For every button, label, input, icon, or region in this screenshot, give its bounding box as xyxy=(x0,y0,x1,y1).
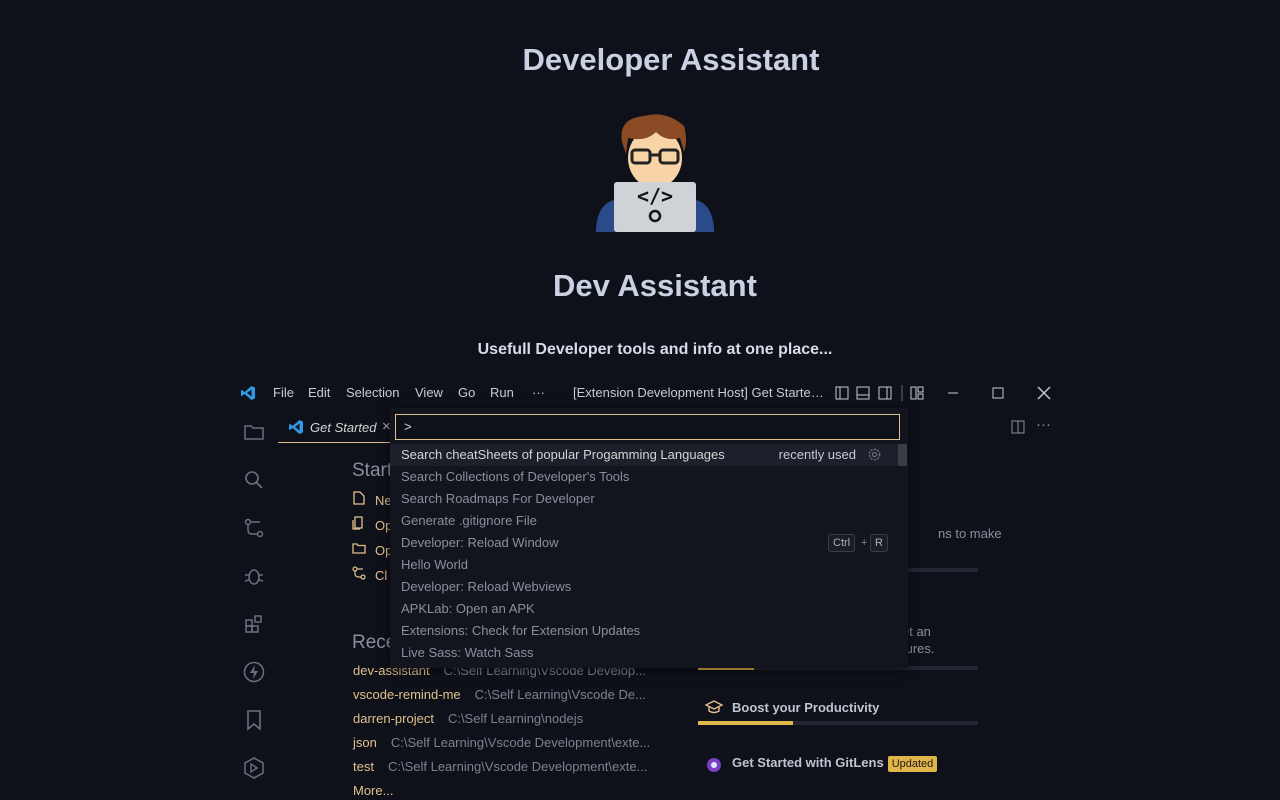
command-item[interactable]: Developer: Reload Webviews xyxy=(390,576,898,598)
command-palette: Search cheatSheets of popular Progamming… xyxy=(390,408,908,668)
split-editor-icon[interactable] xyxy=(1010,419,1026,440)
new-file-icon xyxy=(352,491,368,508)
bookmark-icon[interactable] xyxy=(242,708,266,732)
extensions-icon[interactable] xyxy=(242,612,266,636)
walkthrough-boost-productivity[interactable]: Boost your Productivity xyxy=(732,700,879,715)
toggle-secondary-sidebar-icon[interactable] xyxy=(877,385,893,401)
menu-selection[interactable]: Selection xyxy=(346,385,399,400)
command-item[interactable]: Search Roadmaps For Developer xyxy=(390,488,898,510)
developer-avatar-image: </> xyxy=(596,112,714,232)
recent-item-path: C:\Self Learning\Vscode De... xyxy=(474,687,646,702)
vscode-logo-icon xyxy=(240,385,256,404)
clone-repo-link[interactable]: Cl xyxy=(352,566,387,583)
title-bar: File Edit Selection View Go Run ··· [Ext… xyxy=(232,376,1056,410)
command-label: Developer: Reload Webviews xyxy=(401,579,572,594)
command-label: Generate .gitignore File xyxy=(401,513,537,528)
open-file-icon xyxy=(352,516,368,533)
remote-explorer-icon[interactable] xyxy=(242,756,266,780)
command-item[interactable]: Search Collections of Developer's Tools xyxy=(390,466,898,488)
updated-badge: Updated xyxy=(887,756,938,772)
customize-layout-icon[interactable] xyxy=(909,385,925,401)
command-item[interactable]: Generate .gitignore File xyxy=(390,510,898,532)
clone-repo-label: Cl xyxy=(375,568,388,583)
command-item[interactable]: APKLab: Open an APK xyxy=(390,598,898,620)
recent-item-name: test xyxy=(353,759,374,774)
tab-get-started[interactable]: Get Started × xyxy=(278,412,398,443)
maximize-icon[interactable] xyxy=(990,385,1006,401)
folder-icon xyxy=(352,541,368,558)
recent-item[interactable]: darren-project C:\Self Learning\nodejs xyxy=(353,711,583,726)
recent-item[interactable]: test C:\Self Learning\Vscode Development\… xyxy=(353,759,647,774)
command-label: Search Collections of Developer's Tools xyxy=(401,469,630,484)
keybinding-r: R xyxy=(870,534,888,552)
recent-item-name: json xyxy=(353,735,377,750)
command-palette-input[interactable] xyxy=(395,414,900,440)
explorer-icon[interactable] xyxy=(242,420,266,444)
menu-file[interactable]: File xyxy=(273,385,294,400)
toggle-primary-sidebar-icon[interactable] xyxy=(834,385,850,401)
open-folder-link[interactable]: Op xyxy=(352,541,392,558)
command-list: Search cheatSheets of popular Progamming… xyxy=(390,444,898,664)
recent-item[interactable]: vscode-remind-me C:\Self Learning\Vscode … xyxy=(353,687,646,702)
walkthrough-gitlens[interactable]: Get Started with GitLens Updated xyxy=(732,755,938,772)
command-item[interactable]: Developer: Reload Window Ctrl + R xyxy=(390,532,898,554)
titlebar-divider xyxy=(901,385,903,401)
svg-text:</>: </> xyxy=(637,184,673,208)
open-file-link[interactable]: Op xyxy=(352,516,392,533)
keybinding-ctrl: Ctrl xyxy=(828,534,856,552)
source-control-icon[interactable] xyxy=(242,516,266,540)
menu-edit[interactable]: Edit xyxy=(308,385,330,400)
recent-item-path: C:\Self Learning\Vscode Development\exte… xyxy=(390,735,651,750)
keybinding-plus: + xyxy=(861,537,868,549)
vscode-tab-icon xyxy=(288,419,304,438)
walkthrough-description: ns to make xyxy=(938,526,1002,541)
command-item[interactable]: Hello World xyxy=(390,554,898,576)
command-label: Search cheatSheets of popular Progamming… xyxy=(401,447,725,462)
command-label: Extensions: Check for Extension Updates xyxy=(401,623,641,638)
more-recent-link[interactable]: More... xyxy=(353,783,393,798)
run-debug-icon[interactable] xyxy=(242,564,266,588)
command-label: Hello World xyxy=(401,557,468,572)
recently-used-tag: recently used xyxy=(778,447,856,462)
menu-go[interactable]: Go xyxy=(458,385,475,400)
command-label: Developer: Reload Window xyxy=(401,535,559,550)
toggle-panel-icon[interactable] xyxy=(855,385,871,401)
menu-run[interactable]: Run xyxy=(490,385,514,400)
command-item[interactable]: Search cheatSheets of popular Progamming… xyxy=(390,444,898,466)
command-label: APKLab: Open an APK xyxy=(401,601,535,616)
menu-view[interactable]: View xyxy=(415,385,443,400)
mortarboard-icon xyxy=(704,700,724,721)
gitlens-title: Get Started with GitLens xyxy=(732,755,884,770)
page-title: Developer Assistant xyxy=(522,42,820,77)
tab-label: Get Started xyxy=(310,420,377,435)
command-label: Live Sass: Watch Sass xyxy=(401,645,534,660)
progress-fill xyxy=(698,721,794,725)
command-list-scrollbar[interactable] xyxy=(898,444,907,466)
start-heading: Start xyxy=(352,460,393,481)
command-label: Search Roadmaps For Developer xyxy=(401,491,595,506)
menu-more[interactable]: ··· xyxy=(532,385,545,400)
command-item[interactable]: Live Sass: Watch Sass xyxy=(390,642,898,664)
window-title: [Extension Development Host] Get Started… xyxy=(573,385,829,400)
tagline: Usefull Developer tools and info at one … xyxy=(477,341,833,358)
command-item[interactable]: Extensions: Check for Extension Updates xyxy=(390,620,898,642)
recent-item-name: vscode-remind-me xyxy=(353,687,461,702)
recent-item[interactable]: json C:\Self Learning\Vscode Development\… xyxy=(353,735,650,750)
recent-item-path: C:\Self Learning\nodejs xyxy=(447,711,584,726)
git-clone-icon xyxy=(352,566,368,583)
new-file-link[interactable]: Ne xyxy=(352,491,392,508)
minimize-icon[interactable] xyxy=(945,385,961,401)
close-window-icon[interactable] xyxy=(1036,385,1052,401)
more-actions-icon[interactable]: ··· xyxy=(1036,416,1051,433)
gitlens-icon xyxy=(706,757,722,778)
search-icon[interactable] xyxy=(242,468,266,492)
walkthrough-progress xyxy=(698,721,978,725)
recent-item-path: C:\Self Learning\Vscode Development\exte… xyxy=(387,759,648,774)
app-name: Dev Assistant xyxy=(553,268,757,303)
activity-bar xyxy=(232,410,276,800)
recent-item-name: darren-project xyxy=(353,711,434,726)
lightning-icon[interactable] xyxy=(242,660,266,684)
